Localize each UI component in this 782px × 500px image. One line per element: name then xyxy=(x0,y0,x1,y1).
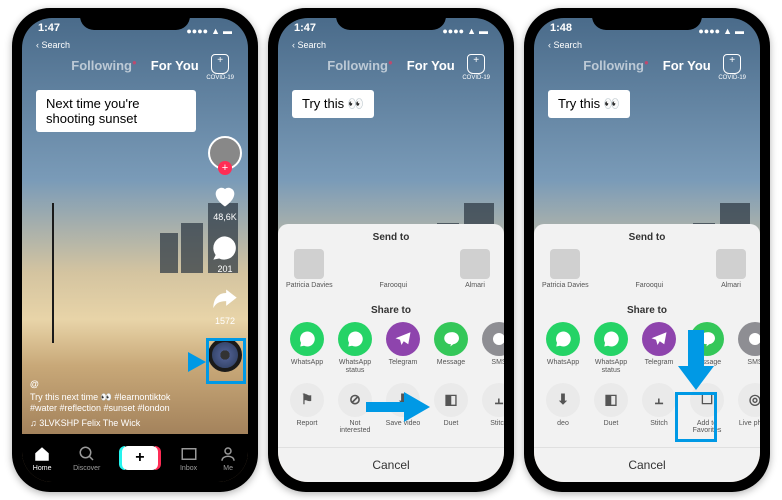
send-to-header: Send to xyxy=(534,224,760,249)
contact-item[interactable]: Patricia Davies xyxy=(286,249,333,290)
contact-item[interactable]: Farooqui xyxy=(339,249,448,290)
share-app-sms[interactable]: SMS xyxy=(478,322,504,374)
apps-row[interactable]: WhatsAppWhatsApp statusTelegramMessageSM… xyxy=(534,322,760,382)
action-live-photo[interactable]: ◎Live photo xyxy=(734,383,760,435)
tab-foryou[interactable]: For You xyxy=(407,58,455,73)
share-app-telegram[interactable]: Telegram xyxy=(382,322,424,374)
status-time: 1:47 xyxy=(38,22,60,40)
nav-home[interactable]: Home xyxy=(33,445,52,472)
action-rail: + 48,6K 201 1572 xyxy=(208,136,242,372)
actions-row[interactable]: ⚑Report⊘Not interested⬇Save video◧Duet⫠S… xyxy=(278,383,504,443)
share-app-message[interactable]: Message xyxy=(686,322,728,374)
nav-discover[interactable]: Discover xyxy=(73,445,100,472)
contact-item[interactable]: Almari xyxy=(710,249,752,290)
share-button[interactable]: 1572 xyxy=(211,286,239,326)
action-duet[interactable]: ◧Duet xyxy=(590,383,632,435)
bottom-nav: Home Discover + Inbox Me xyxy=(22,434,248,482)
arrow-annotation xyxy=(156,344,206,380)
video-meta: @ Try this next time 👀 #learnontiktok #w… xyxy=(30,379,188,428)
tab-foryou[interactable]: For You xyxy=(663,58,711,73)
phone-frame-1: 1:47 ●●●●▲▬ ‹ Search Following● For You … xyxy=(12,8,258,492)
share-to-header: Share to xyxy=(278,297,504,322)
building xyxy=(160,233,178,273)
tab-following[interactable]: Following● xyxy=(327,58,393,73)
cancel-button[interactable]: Cancel xyxy=(534,447,760,476)
action-save-video[interactable]: ⬇Save video xyxy=(382,383,424,435)
share-app-whatsapp-status[interactable]: WhatsApp status xyxy=(590,322,632,374)
share-app-whatsapp[interactable]: WhatsApp xyxy=(286,322,328,374)
back-to-search[interactable]: ‹ Search xyxy=(292,40,326,50)
sound-disc[interactable] xyxy=(208,338,242,372)
screen: 1:47 ●●●●▲▬ ‹ Search Following● For You … xyxy=(22,18,248,482)
signal-icon: ●●●● xyxy=(186,26,208,36)
share-app-sms[interactable]: SMS xyxy=(734,322,760,374)
contacts-row[interactable]: Patricia Davies Farooqui Almari xyxy=(278,249,504,298)
contact-item[interactable]: Almari xyxy=(454,249,496,290)
action-stitch[interactable]: ⫠Stitch xyxy=(638,383,680,435)
action-not-interested[interactable]: ⊘Not interested xyxy=(334,383,376,435)
username[interactable]: @ xyxy=(30,379,188,389)
phone-frame-2: 1:47 ●●●●▲▬ ‹ Search Following● For You … xyxy=(268,8,514,492)
status-time: 1:48 xyxy=(550,22,572,40)
share-to-header: Share to xyxy=(534,297,760,322)
tab-following[interactable]: Following● xyxy=(583,58,649,73)
apps-row[interactable]: WhatsAppWhatsApp statusTelegramMessageSM… xyxy=(278,322,504,382)
back-to-search[interactable]: ‹ Search xyxy=(36,40,70,50)
contacts-row[interactable]: Patricia Davies Farooqui Almari xyxy=(534,249,760,298)
notch xyxy=(80,8,190,30)
status-time: 1:47 xyxy=(294,22,316,40)
video-caption: Try this 👀 xyxy=(292,90,374,118)
covid-button[interactable]: COVID-19 xyxy=(462,54,490,81)
share-app-whatsapp[interactable]: WhatsApp xyxy=(542,322,584,374)
action-deo[interactable]: ⬇deo xyxy=(542,383,584,435)
tab-following[interactable]: Following● xyxy=(71,58,137,73)
nav-me[interactable]: Me xyxy=(219,445,237,472)
phone-frame-3: 1:48 ●●●●▲▬ ‹ Search Following● For You … xyxy=(524,8,770,492)
share-app-whatsapp-status[interactable]: WhatsApp status xyxy=(334,322,376,374)
like-button[interactable]: 48,6K xyxy=(211,182,239,222)
notch xyxy=(592,8,702,30)
tab-foryou[interactable]: For You xyxy=(151,58,199,73)
share-app-telegram[interactable]: Telegram xyxy=(638,322,680,374)
send-to-header: Send to xyxy=(278,224,504,249)
shield-icon xyxy=(211,54,229,74)
cancel-button[interactable]: Cancel xyxy=(278,447,504,476)
follow-plus-icon[interactable]: + xyxy=(218,161,232,175)
share-sheet: Send to Patricia Davies Farooqui Almari … xyxy=(534,224,760,482)
covid-button[interactable]: COVID-19 xyxy=(206,54,234,81)
battery-icon: ▬ xyxy=(223,26,232,36)
creator-avatar[interactable]: + xyxy=(208,136,242,170)
video-description: Try this next time 👀 #learnontiktok #wat… xyxy=(30,392,188,415)
nav-create[interactable]: + xyxy=(122,446,158,470)
video-caption: Next time you're shooting sunset xyxy=(36,90,196,132)
back-to-search[interactable]: ‹ Search xyxy=(548,40,582,50)
action-add-to-favorites[interactable]: ☐Add to Favorites xyxy=(686,383,728,435)
share-app-message[interactable]: Message xyxy=(430,322,472,374)
screen: 1:47 ●●●●▲▬ ‹ Search Following● For You … xyxy=(278,18,504,482)
share-sheet: Send to Patricia Davies Farooqui Almari … xyxy=(278,224,504,482)
video-caption: Try this 👀 xyxy=(548,90,630,118)
action-stitch[interactable]: ⫠Stitch xyxy=(478,383,504,435)
music-track[interactable]: ♫ 3LVKSHP Felix The Wick xyxy=(30,418,188,428)
wifi-icon: ▲ xyxy=(211,26,220,36)
contact-item[interactable]: Patricia Davies xyxy=(542,249,589,290)
building xyxy=(181,223,203,273)
contact-item[interactable]: Farooqui xyxy=(595,249,704,290)
screen: 1:48 ●●●●▲▬ ‹ Search Following● For You … xyxy=(534,18,760,482)
covid-button[interactable]: COVID-19 xyxy=(718,54,746,81)
action-duet[interactable]: ◧Duet xyxy=(430,383,472,435)
nav-inbox[interactable]: Inbox xyxy=(180,445,198,472)
action-report[interactable]: ⚑Report xyxy=(286,383,328,435)
comment-button[interactable]: 201 xyxy=(211,234,239,274)
actions-row[interactable]: ⬇deo◧Duet⫠Stitch☐Add to Favorites◎Live p… xyxy=(534,383,760,443)
lamppost xyxy=(52,203,54,343)
notch xyxy=(336,8,446,30)
